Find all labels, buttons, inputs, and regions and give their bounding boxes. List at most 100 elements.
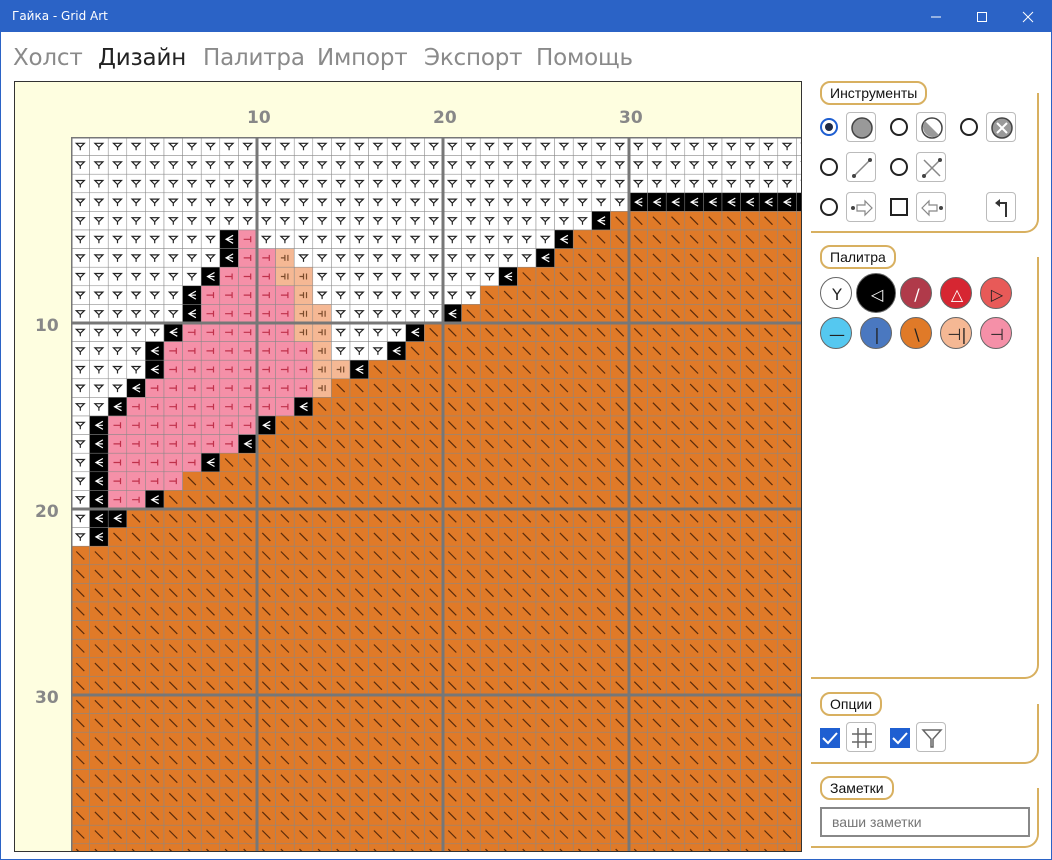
grid-cell[interactable] xyxy=(442,192,462,212)
grid-cell[interactable] xyxy=(740,452,760,473)
grid-cell[interactable] xyxy=(107,564,128,584)
grid-cell[interactable] xyxy=(386,304,407,324)
grid-cell[interactable] xyxy=(163,415,183,435)
grid-cell[interactable] xyxy=(740,601,760,621)
grid-cell[interactable] xyxy=(293,304,314,324)
grid-cell[interactable] xyxy=(647,359,667,380)
grid-cell[interactable] xyxy=(200,769,221,789)
grid-cell[interactable] xyxy=(610,564,630,584)
grid-cell[interactable] xyxy=(293,229,314,249)
grid-cell[interactable] xyxy=(256,787,276,807)
grid-cell[interactable] xyxy=(758,434,779,454)
grid-cell[interactable] xyxy=(740,713,760,733)
grid-cell[interactable] xyxy=(126,638,146,659)
grid-cell[interactable] xyxy=(535,155,555,175)
grid-cell[interactable] xyxy=(107,806,128,826)
grid-cell[interactable] xyxy=(163,731,183,752)
grid-cell[interactable] xyxy=(163,397,183,417)
grid-cell[interactable] xyxy=(182,173,202,194)
grid-cell[interactable] xyxy=(312,248,332,268)
grid-cell[interactable] xyxy=(703,676,723,696)
grid-cell[interactable] xyxy=(442,322,462,342)
grid-cell[interactable] xyxy=(517,304,537,324)
grid-cell[interactable] xyxy=(71,638,90,659)
grid-cell[interactable] xyxy=(405,713,425,733)
grid-cell[interactable] xyxy=(684,694,704,714)
grid-cell[interactable] xyxy=(219,564,239,584)
grid-cell[interactable] xyxy=(238,564,258,584)
grid-cell[interactable] xyxy=(89,843,109,852)
grid-cell[interactable] xyxy=(405,806,425,826)
grid-cell[interactable] xyxy=(89,304,109,324)
grid-cell[interactable] xyxy=(424,508,444,528)
pattern-grid[interactable] xyxy=(71,137,802,852)
symbols-checkbox[interactable] xyxy=(890,728,910,748)
grid-cell[interactable] xyxy=(182,192,202,212)
grid-cell[interactable] xyxy=(331,248,351,268)
grid-cell[interactable] xyxy=(517,527,537,547)
grid-cell[interactable] xyxy=(517,359,537,380)
grid-cell[interactable] xyxy=(312,545,332,566)
grid-cell[interactable] xyxy=(256,415,276,435)
grid-cell[interactable] xyxy=(684,155,704,175)
grid-cell[interactable] xyxy=(293,787,314,807)
grid-cell[interactable] xyxy=(758,397,779,417)
grid-cell[interactable] xyxy=(238,359,258,380)
grid-cell[interactable] xyxy=(758,192,779,212)
grid-cell[interactable] xyxy=(256,397,276,417)
grid-cell[interactable] xyxy=(182,266,202,287)
grid-cell[interactable] xyxy=(796,843,802,852)
grid-cell[interactable] xyxy=(479,359,500,380)
grid-cell[interactable] xyxy=(591,415,611,435)
grid-cell[interactable] xyxy=(331,583,351,603)
grid-cell[interactable] xyxy=(684,638,704,659)
grid-cell[interactable] xyxy=(591,676,611,696)
grid-cell[interactable] xyxy=(647,583,667,603)
grid-cell[interactable] xyxy=(331,657,351,677)
grid-cell[interactable] xyxy=(740,731,760,752)
grid-cell[interactable] xyxy=(796,769,802,789)
grid-cell[interactable] xyxy=(703,806,723,826)
grid-cell[interactable] xyxy=(479,266,500,287)
grid-cell[interactable] xyxy=(758,769,779,789)
grid-cell[interactable] xyxy=(349,527,369,547)
grid-cell[interactable] xyxy=(293,341,314,361)
grid-cell[interactable] xyxy=(796,638,802,659)
grid-cell[interactable] xyxy=(424,415,444,435)
grid-cell[interactable] xyxy=(331,824,351,845)
tool-radio-fill[interactable] xyxy=(820,118,838,136)
grid-cell[interactable] xyxy=(312,564,332,584)
grid-cell[interactable] xyxy=(89,508,109,528)
grid-cell[interactable] xyxy=(368,397,388,417)
grid-cell[interactable] xyxy=(71,490,90,510)
grid-cell[interactable] xyxy=(424,694,444,714)
grid-cell[interactable] xyxy=(777,304,797,324)
grid-cell[interactable] xyxy=(368,731,388,752)
grid-cell[interactable] xyxy=(498,545,518,566)
grid-cell[interactable] xyxy=(312,304,332,324)
grid-cell[interactable] xyxy=(684,620,704,640)
grid-cell[interactable] xyxy=(740,434,760,454)
grid-cell[interactable] xyxy=(368,490,388,510)
grid-cell[interactable] xyxy=(442,527,462,547)
grid-cell[interactable] xyxy=(628,137,648,156)
grid-cell[interactable] xyxy=(182,490,202,510)
grid-cell[interactable] xyxy=(386,731,407,752)
grid-cell[interactable] xyxy=(535,713,555,733)
grid-cell[interactable] xyxy=(758,266,779,287)
grid-cell[interactable] xyxy=(163,713,183,733)
grid-cell[interactable] xyxy=(107,527,128,547)
grid-cell[interactable] xyxy=(331,545,351,566)
grid-cell[interactable] xyxy=(517,601,537,621)
grid-cell[interactable] xyxy=(517,508,537,528)
grid-cell[interactable] xyxy=(312,638,332,659)
grid-cell[interactable] xyxy=(479,545,500,566)
grid-cell[interactable] xyxy=(721,601,741,621)
grid-cell[interactable] xyxy=(777,806,797,826)
grid-cell[interactable] xyxy=(256,266,276,287)
grid-cell[interactable] xyxy=(275,155,295,175)
grid-cell[interactable] xyxy=(349,713,369,733)
grid-cell[interactable] xyxy=(405,322,425,342)
grid-cell[interactable] xyxy=(312,620,332,640)
grid-cell[interactable] xyxy=(200,322,221,342)
